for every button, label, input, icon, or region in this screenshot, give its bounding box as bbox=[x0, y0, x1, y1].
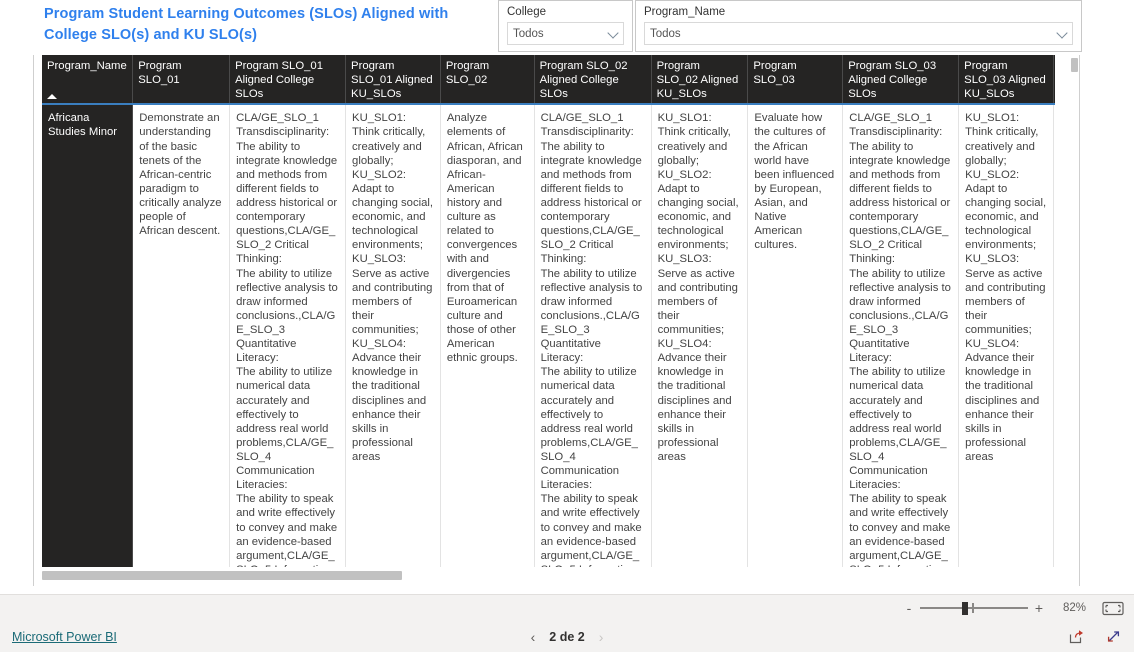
sort-ascending-icon[interactable] bbox=[47, 94, 57, 100]
cell-slo-03-college[interactable]: CLA/GE_SLO_1 Transdisciplinarity: The ab… bbox=[842, 103, 960, 567]
share-icon[interactable] bbox=[1068, 628, 1085, 645]
zoom-slider-thumb[interactable] bbox=[962, 602, 968, 615]
column-header-program-slo-01-college[interactable]: Program SLO_01 Aligned College SLOs bbox=[229, 55, 347, 105]
column-header-program-slo-02[interactable]: Program SLO_02 bbox=[440, 55, 535, 105]
cell-slo-03[interactable]: Evaluate how the cultures of the African… bbox=[747, 103, 844, 567]
page-navigation: ‹ 2 de 2 › bbox=[477, 630, 657, 644]
slicer-program-name-label: Program_Name bbox=[644, 6, 726, 18]
slicer-college-label: College bbox=[507, 6, 546, 18]
table-vertical-scrollbar[interactable] bbox=[1071, 58, 1078, 564]
chevron-down-icon bbox=[1057, 28, 1068, 39]
slicer-program-name-dropdown[interactable]: Todos bbox=[644, 22, 1073, 45]
report-canvas: Program Student Learning Outcomes (SLOs)… bbox=[0, 0, 1134, 595]
power-bi-report-viewer: Program Student Learning Outcomes (SLOs)… bbox=[0, 0, 1134, 652]
table-scroll-area: Program_Name Program SLO_01 Program SLO_… bbox=[42, 55, 1055, 567]
cell-slo-02[interactable]: Analyze elements of African, African dia… bbox=[440, 103, 535, 567]
footer-actions bbox=[1068, 628, 1122, 645]
column-header-program-slo-02-ku[interactable]: Program SLO_02 Aligned KU_SLOs bbox=[651, 55, 749, 105]
column-header-program-slo-01-ku[interactable]: Program SLO_01 Aligned KU_SLOs bbox=[345, 55, 441, 105]
cell-slo-03-ku[interactable]: KU_SLO1: Think critically, creatively an… bbox=[958, 103, 1054, 567]
table-header-row: Program_Name Program SLO_01 Program SLO_… bbox=[42, 55, 1055, 105]
chevron-left-icon[interactable]: ‹ bbox=[531, 630, 536, 644]
zoom-slider-tick bbox=[972, 603, 974, 613]
table-row[interactable]: Africana Studies Minor Demonstrate an un… bbox=[42, 103, 1055, 567]
microsoft-power-bi-link[interactable]: Microsoft Power BI bbox=[12, 630, 117, 644]
cell-slo-02-ku[interactable]: KU_SLO1: Think critically, creatively an… bbox=[651, 103, 749, 567]
cell-slo-04[interactable]: Analyz writing oral preser ways i earlie… bbox=[1053, 103, 1055, 567]
table-visual: Program_Name Program SLO_01 Program SLO_… bbox=[33, 55, 1080, 586]
column-header-label: Program_Name bbox=[47, 60, 127, 72]
scrollbar-thumb[interactable] bbox=[42, 571, 402, 580]
slicer-college: College Todos bbox=[498, 0, 633, 52]
column-header-program-slo-03-college[interactable]: Program SLO_03 Aligned College SLOs bbox=[842, 55, 960, 105]
slicer-program-name-value: Todos bbox=[650, 27, 681, 40]
cell-slo-01-college[interactable]: CLA/GE_SLO_1 Transdisciplinarity: The ab… bbox=[229, 103, 347, 567]
chevron-down-icon bbox=[608, 28, 619, 39]
cell-slo-01-ku[interactable]: KU_SLO1: Think critically, creatively an… bbox=[345, 103, 441, 567]
slicer-college-dropdown[interactable]: Todos bbox=[507, 22, 624, 45]
column-header-program-slo-04[interactable]: Progr bbox=[1053, 55, 1055, 105]
column-header-program-name[interactable]: Program_Name bbox=[42, 55, 134, 105]
cell-slo-02-college[interactable]: CLA/GE_SLO_1 Transdisciplinarity: The ab… bbox=[534, 103, 652, 567]
fullscreen-icon[interactable] bbox=[1105, 628, 1122, 645]
column-header-program-slo-01[interactable]: Program SLO_01 bbox=[132, 55, 231, 105]
zoom-level-value: 82% bbox=[1062, 602, 1086, 614]
slicer-program-name: Program_Name Todos bbox=[635, 0, 1082, 52]
chevron-right-icon[interactable]: › bbox=[599, 630, 604, 644]
cell-slo-01[interactable]: Demonstrate an understanding of the basi… bbox=[132, 103, 231, 567]
page-indicator: 2 de 2 bbox=[549, 629, 585, 644]
report-footer: Microsoft Power BI ‹ 2 de 2 › bbox=[0, 621, 1134, 652]
zoom-slider-rail bbox=[920, 607, 1028, 609]
page-title: Program Student Learning Outcomes (SLOs)… bbox=[44, 6, 449, 44]
column-header-program-slo-03-ku[interactable]: Program SLO_03 Aligned KU_SLOs bbox=[958, 55, 1054, 105]
column-header-program-slo-02-college[interactable]: Program SLO_02 Aligned College SLOs bbox=[534, 55, 652, 105]
table-horizontal-scrollbar[interactable] bbox=[42, 571, 1055, 580]
zoom-slider[interactable] bbox=[920, 601, 1028, 615]
scrollbar-thumb[interactable] bbox=[1071, 58, 1078, 72]
slo-table: Program_Name Program SLO_01 Program SLO_… bbox=[42, 55, 1055, 567]
zoom-in-button[interactable]: + bbox=[1032, 601, 1046, 615]
fit-to-page-icon[interactable] bbox=[1102, 601, 1124, 616]
column-header-program-slo-03[interactable]: Program SLO_03 bbox=[747, 55, 844, 105]
zoom-out-button[interactable]: - bbox=[902, 601, 916, 615]
cell-program-name[interactable]: Africana Studies Minor bbox=[42, 103, 134, 567]
slicer-college-value: Todos bbox=[513, 27, 544, 40]
zoom-bar: - + 82% bbox=[0, 594, 1134, 621]
